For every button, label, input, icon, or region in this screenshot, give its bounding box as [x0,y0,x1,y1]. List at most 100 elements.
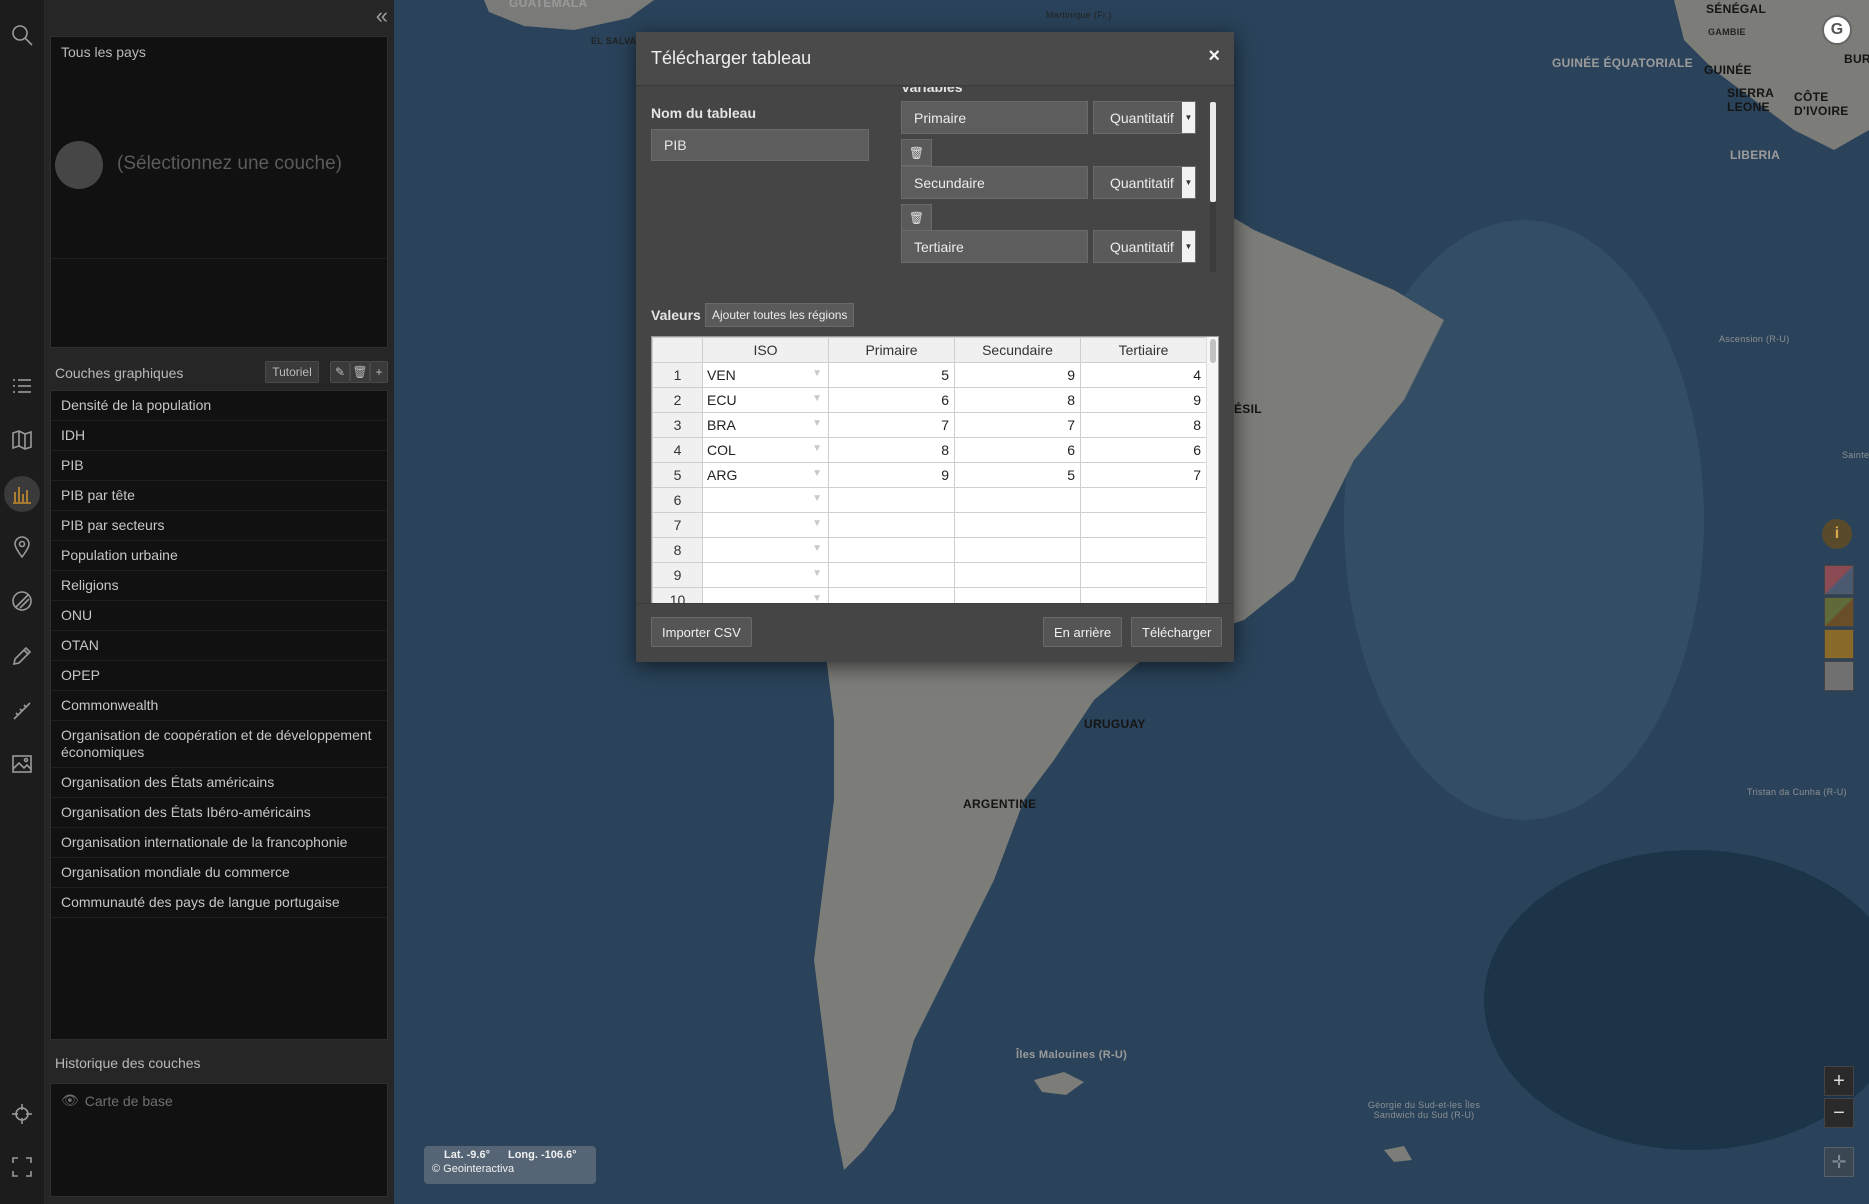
layer-item[interactable]: IDH [51,421,387,451]
value-cell[interactable] [1080,512,1207,538]
dropdown-arrow-icon[interactable]: ▼ [812,418,822,429]
layer-item[interactable]: Commonwealth [51,691,387,721]
iso-cell[interactable]: COL ▼ [702,437,829,463]
value-cell[interactable]: 7 [954,412,1081,438]
search-icon[interactable] [9,22,35,48]
value-cell[interactable]: 9 [1080,387,1207,413]
edit-layer-button[interactable]: ✎ [330,361,350,383]
info-icon[interactable]: i [1822,519,1852,549]
dropdown-arrow-icon[interactable]: ▼ [812,468,822,479]
pin-icon[interactable] [9,534,35,560]
iso-cell[interactable]: ▼ [702,537,829,563]
layer-item[interactable]: Densité de la population [51,391,387,421]
value-cell[interactable]: 6 [954,437,1081,463]
value-cell[interactable] [828,562,955,588]
value-cell[interactable]: 7 [828,412,955,438]
history-item[interactable]: 👁 Carte de base [61,1092,173,1109]
dropdown-arrow-icon[interactable]: ▼ [1182,231,1195,262]
route-icon[interactable] [9,588,35,614]
dropdown-arrow-icon[interactable]: ▼ [812,568,822,579]
dropdown-arrow-icon[interactable]: ▼ [812,493,822,504]
chart-icon[interactable] [4,476,40,512]
dropdown-arrow-icon[interactable]: ▼ [812,368,822,379]
delete-variable-button[interactable]: 🗑 [901,139,932,166]
variable-name-input[interactable] [901,101,1088,134]
delete-layer-button[interactable]: 🗑 [350,361,370,383]
value-cell[interactable]: 6 [1080,437,1207,463]
value-cell[interactable] [1080,562,1207,588]
value-cell[interactable]: 7 [1080,462,1207,488]
iso-cell[interactable]: ARG ▼ [702,462,829,488]
collapse-icon[interactable]: « [376,4,388,28]
variable-name-input[interactable] [901,230,1088,263]
iso-cell[interactable]: ▼ [702,487,829,513]
value-cell[interactable]: 9 [954,362,1081,388]
pencil-icon[interactable] [9,643,35,669]
layer-item[interactable]: Population urbaine [51,541,387,571]
layer-item[interactable]: OTAN [51,631,387,661]
value-cell[interactable] [1080,487,1207,513]
layer-swatch-2[interactable] [1824,597,1854,627]
value-cell[interactable] [828,512,955,538]
layer-item[interactable]: Organisation des États américains [51,768,387,798]
layer-item[interactable]: Organisation mondiale du commerce [51,858,387,888]
iso-cell[interactable]: ECU ▼ [702,387,829,413]
dropdown-arrow-icon[interactable]: ▼ [1182,102,1195,133]
table-name-input[interactable] [651,129,869,161]
measure-icon[interactable] [9,698,35,724]
dropdown-arrow-icon[interactable]: ▼ [1182,167,1195,198]
layer-item[interactable]: PIB par tête [51,481,387,511]
eye-icon[interactable]: 👁 [61,1092,79,1109]
close-icon[interactable]: × [1208,45,1220,68]
layer-item[interactable]: Communauté des pays de langue portugaise [51,888,387,918]
value-cell[interactable] [1080,537,1207,563]
locate-icon[interactable]: ✛ [1824,1147,1854,1177]
value-cell[interactable] [828,487,955,513]
layer-item[interactable]: Organisation de coopération et de dévelo… [51,721,387,768]
iso-cell[interactable]: BRA ▼ [702,412,829,438]
value-cell[interactable]: 4 [1080,362,1207,388]
fullscreen-icon[interactable] [9,1154,35,1180]
layer-swatch-1[interactable] [1824,565,1854,595]
add-all-regions-button[interactable]: Ajouter toutes les régions [705,303,855,327]
layer-item[interactable]: Organisation des États Ibéro-américains [51,798,387,828]
iso-cell[interactable]: ▼ [702,562,829,588]
layer-swatch-3[interactable] [1824,629,1854,659]
value-cell[interactable]: 6 [828,387,955,413]
value-cell[interactable]: 5 [954,462,1081,488]
value-cell[interactable] [954,537,1081,563]
layer-item[interactable]: Organisation internationale de la franco… [51,828,387,858]
crosshair-icon[interactable] [9,1101,35,1127]
variable-type-select[interactable]: Quantitatif ▼ [1093,101,1196,134]
value-cell[interactable]: 8 [954,387,1081,413]
data-grid[interactable]: ISO Primaire Secundaire Tertiaire 1 VEN ▼ 5 9 4 2… [651,336,1219,618]
iso-cell[interactable]: VEN ▼ [702,362,829,388]
zoom-in-button[interactable]: + [1824,1066,1854,1096]
value-cell[interactable] [954,512,1081,538]
dropdown-arrow-icon[interactable]: ▼ [812,518,822,529]
iso-cell[interactable]: ▼ [702,512,829,538]
tutorial-button[interactable]: Tutoriel [265,361,319,383]
image-icon[interactable] [9,751,35,777]
back-button[interactable]: En arrière [1043,617,1123,647]
dropdown-arrow-icon[interactable]: ▼ [812,393,822,404]
variable-type-select[interactable]: Quantitatif ▼ [1093,230,1196,263]
layer-item[interactable]: PIB [51,451,387,481]
import-csv-button[interactable]: Importer CSV [651,617,752,647]
layer-item[interactable]: ONU [51,601,387,631]
zoom-out-button[interactable]: − [1824,1098,1854,1128]
value-cell[interactable]: 8 [1080,412,1207,438]
layer-item[interactable]: Religions [51,571,387,601]
variables-scrollbar[interactable] [1210,102,1216,272]
layer-item[interactable]: PIB par secteurs [51,511,387,541]
value-cell[interactable]: 5 [828,362,955,388]
list-icon[interactable] [9,373,35,399]
delete-variable-button[interactable]: 🗑 [901,204,932,231]
value-cell[interactable]: 9 [828,462,955,488]
value-cell[interactable] [828,537,955,563]
value-cell[interactable]: 8 [828,437,955,463]
download-button[interactable]: Télécharger [1131,617,1223,647]
value-cell[interactable] [954,562,1081,588]
dropdown-arrow-icon[interactable]: ▼ [812,543,822,554]
variable-type-select[interactable]: Quantitatif ▼ [1093,166,1196,199]
